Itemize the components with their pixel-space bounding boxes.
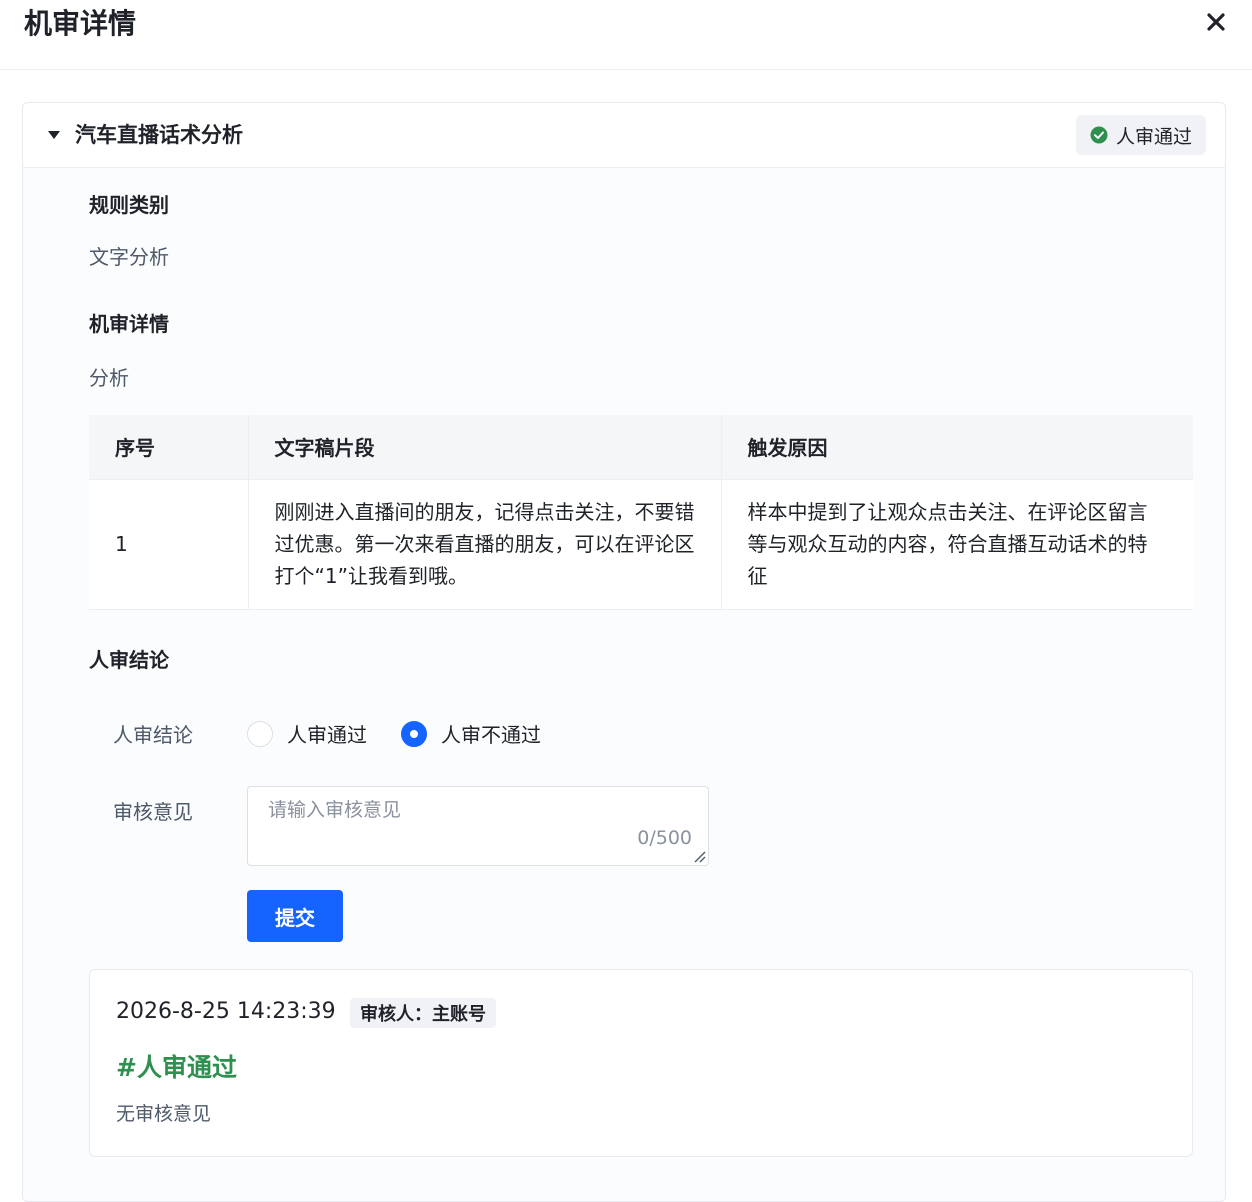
review-section-label: 人审结论: [89, 648, 169, 672]
opinion-input[interactable]: [248, 787, 708, 865]
opinion-field[interactable]: 0/500: [247, 786, 709, 866]
column-header-index: 序号: [89, 415, 248, 480]
opinion-counter: 0/500: [637, 827, 692, 849]
analysis-table: 序号 文字稿片段 触发原因 1 刚刚进入直播间的朋友，记得点击关注，不要错过优惠…: [89, 415, 1193, 610]
machine-detail-label: 机审详情: [89, 312, 169, 336]
table-header-row: 序号 文字稿片段 触发原因: [89, 415, 1193, 480]
radio-reject[interactable]: 人审不通过: [401, 719, 541, 748]
record-time: 2026-8-25 14:23:39: [116, 999, 336, 1024]
machine-detail-value: 分析: [89, 366, 129, 390]
close-icon: [1207, 13, 1225, 31]
radio-reject-dot[interactable]: [401, 720, 427, 747]
review-record: 2026-8-25 14:23:39 审核人：主账号 #人审通过 无审核意见: [89, 969, 1193, 1157]
column-header-fragment: 文字稿片段: [247, 415, 721, 480]
close-button[interactable]: [1200, 6, 1232, 38]
opinion-label: 审核意见: [113, 800, 193, 824]
radio-reject-label: 人审不通过: [441, 723, 541, 747]
radio-pass-label: 人审通过: [287, 723, 367, 747]
status-badge-label: 人审通过: [1116, 125, 1193, 148]
rule-card-title: 汽车直播话术分析: [75, 123, 243, 147]
record-verdict: #人审通过: [116, 1053, 237, 1082]
radio-pass-dot[interactable]: [247, 720, 273, 747]
submit-button[interactable]: 提交: [247, 890, 343, 942]
dialog-title: 机审详情: [24, 7, 137, 40]
table-row: 1 刚刚进入直播间的朋友，记得点击关注，不要错过优惠。第一次来看直播的朋友，可以…: [89, 479, 1193, 610]
resize-grip-icon[interactable]: [692, 849, 706, 863]
rule-category-value: 文字分析: [89, 245, 169, 269]
cell-fragment: 刚刚进入直播间的朋友，记得点击关注，不要错过优惠。第一次来看直播的朋友，可以在评…: [247, 479, 721, 610]
caret-down-icon[interactable]: [47, 130, 61, 140]
rule-card-header: 汽车直播话术分析 人审通过: [23, 103, 1225, 168]
conclusion-label: 人审结论: [113, 723, 193, 747]
reviewer-badge: 审核人：主账号: [350, 998, 496, 1028]
status-badge: 人审通过: [1076, 115, 1206, 155]
check-circle-icon: [1090, 126, 1108, 144]
radio-pass[interactable]: 人审通过: [247, 719, 367, 748]
cell-reason: 样本中提到了让观众点击关注、在评论区留言等与观众互动的内容，符合直播互动话术的特…: [720, 479, 1193, 610]
rule-category-label: 规则类别: [89, 193, 169, 217]
cell-index: 1: [89, 479, 248, 610]
rule-card: 汽车直播话术分析 人审通过 规则类别 文字分析 机审详情 分析 序号 文字稿片段…: [22, 102, 1226, 1202]
dialog-header: 机审详情: [0, 0, 1252, 70]
record-comment: 无审核意见: [116, 1103, 212, 1125]
column-header-reason: 触发原因: [720, 415, 1193, 480]
